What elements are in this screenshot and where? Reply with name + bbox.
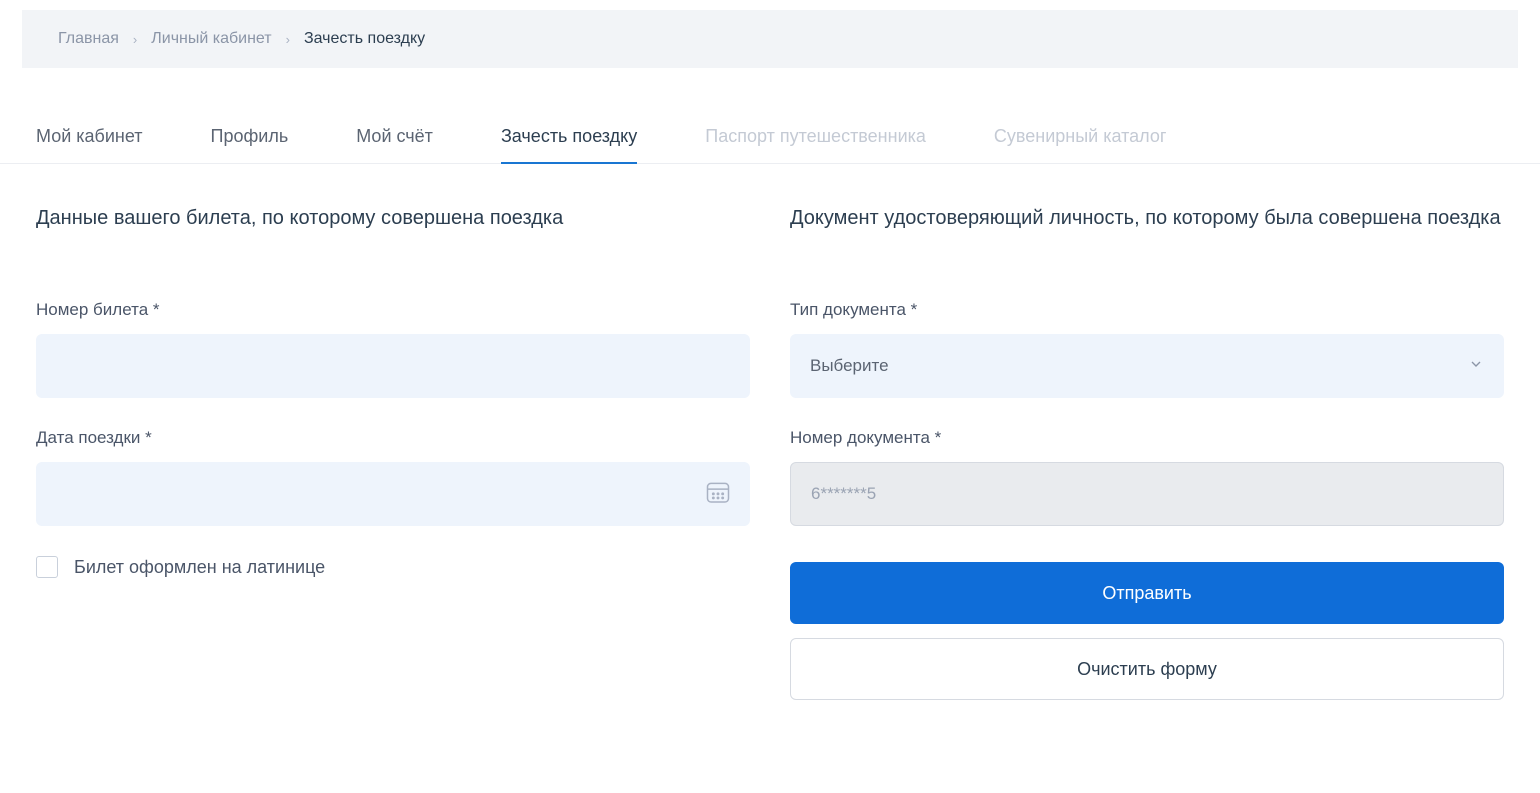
doc-type-select[interactable]: Выберите (790, 334, 1504, 398)
document-section-title: Документ удостоверяющий личность, по кот… (790, 204, 1504, 260)
latin-checkbox-label: Билет оформлен на латинице (74, 557, 325, 578)
breadcrumb-link-home[interactable]: Главная (58, 30, 119, 48)
breadcrumb-current: Зачесть поездку (304, 30, 425, 48)
chevron-right-icon: › (133, 32, 137, 47)
latin-checkbox-row: Билет оформлен на латинице (36, 556, 750, 578)
submit-button[interactable]: Отправить (790, 562, 1504, 624)
ticket-number-input[interactable] (36, 334, 750, 398)
latin-checkbox[interactable] (36, 556, 58, 578)
tab-souvenir-catalog: Сувенирный каталог (994, 126, 1167, 163)
tab-dashboard[interactable]: Мой кабинет (36, 126, 143, 163)
chevron-right-icon: › (286, 32, 290, 47)
doc-type-label: Тип документа * (790, 300, 1504, 320)
tab-profile[interactable]: Профиль (211, 126, 289, 163)
doc-type-selected-value: Выберите (810, 356, 889, 376)
tab-traveler-passport: Паспорт путешественника (705, 126, 926, 163)
ticket-data-column: Данные вашего билета, по которому соверш… (36, 204, 750, 700)
trip-date-label: Дата поездки * (36, 428, 750, 448)
ticket-section-title: Данные вашего билета, по которому соверш… (36, 204, 750, 260)
chevron-down-icon (1468, 356, 1484, 377)
tab-account-balance[interactable]: Мой счёт (356, 126, 433, 163)
tabs-nav: Мой кабинет Профиль Мой счёт Зачесть пое… (0, 126, 1540, 164)
form-area: Данные вашего билета, по которому соверш… (0, 164, 1540, 740)
clear-form-button[interactable]: Очистить форму (790, 638, 1504, 700)
trip-date-field: Дата поездки * (36, 428, 750, 526)
breadcrumb: Главная › Личный кабинет › Зачесть поезд… (22, 10, 1518, 68)
doc-number-label: Номер документа * (790, 428, 1504, 448)
ticket-number-field: Номер билета * (36, 300, 750, 398)
ticket-number-label: Номер билета * (36, 300, 750, 320)
doc-number-input[interactable] (790, 462, 1504, 526)
trip-date-input[interactable] (36, 462, 750, 526)
document-data-column: Документ удостоверяющий личность, по кот… (790, 204, 1504, 700)
doc-type-field: Тип документа * Выберите (790, 300, 1504, 398)
breadcrumb-link-account[interactable]: Личный кабинет (151, 30, 271, 48)
doc-number-field: Номер документа * (790, 428, 1504, 526)
tab-register-trip[interactable]: Зачесть поездку (501, 126, 637, 163)
